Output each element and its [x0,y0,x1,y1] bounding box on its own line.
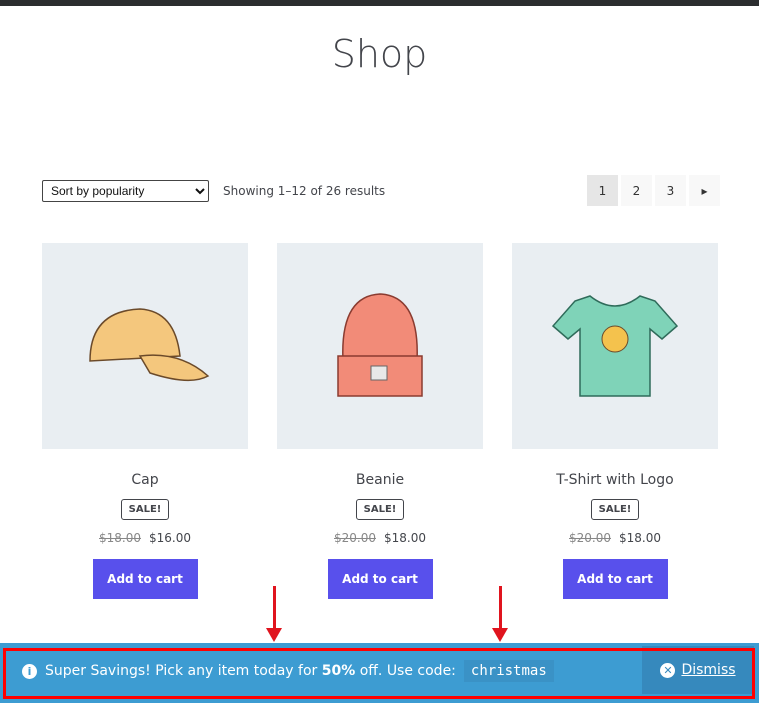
next-page-icon[interactable]: ▸ [689,175,720,206]
old-price: $18.00 [99,531,141,545]
product-price: $18.00 $16.00 [42,531,248,545]
page-title: Shop [331,32,428,76]
old-price: $20.00 [569,531,611,545]
product-price: $20.00 $18.00 [512,531,718,545]
add-to-cart-button[interactable]: Add to cart [327,559,433,599]
page-3[interactable]: 3 [655,175,686,206]
add-to-cart-button[interactable]: Add to cart [562,559,668,599]
product-card: T-Shirt with Logo SALE! $20.00 $18.00 Add… [512,243,718,599]
result-count: Showing 1–12 of 26 results [223,184,386,198]
product-card: Beanie SALE! $20.00 $18.00 Add to cart [277,243,483,599]
product-name[interactable]: Beanie [277,472,483,488]
sale-price: $18.00 [384,531,426,545]
sort-select[interactable]: Sort by popularity [42,180,209,202]
sale-badge: SALE! [120,499,170,520]
annotation-highlight-box [3,648,755,699]
product-image-beanie[interactable] [277,243,483,449]
sale-price: $18.00 [619,531,661,545]
product-name[interactable]: Cap [42,472,248,488]
product-card: Cap SALE! $18.00 $16.00 Add to cart [42,243,248,599]
annotation-arrow [266,586,282,642]
annotation-arrow [492,586,508,642]
page-2[interactable]: 2 [621,175,652,206]
product-name[interactable]: T-Shirt with Logo [512,472,718,488]
sale-price: $16.00 [149,531,191,545]
add-to-cart-button[interactable]: Add to cart [92,559,198,599]
pagination: 1 2 3 ▸ [587,175,720,206]
old-price: $20.00 [334,531,376,545]
top-bar [0,0,759,6]
product-image-tshirt[interactable] [512,243,718,449]
sale-badge: SALE! [590,499,640,520]
sale-badge: SALE! [355,499,405,520]
product-price: $20.00 $18.00 [277,531,483,545]
product-image-cap[interactable] [42,243,248,449]
page-1[interactable]: 1 [587,175,618,206]
